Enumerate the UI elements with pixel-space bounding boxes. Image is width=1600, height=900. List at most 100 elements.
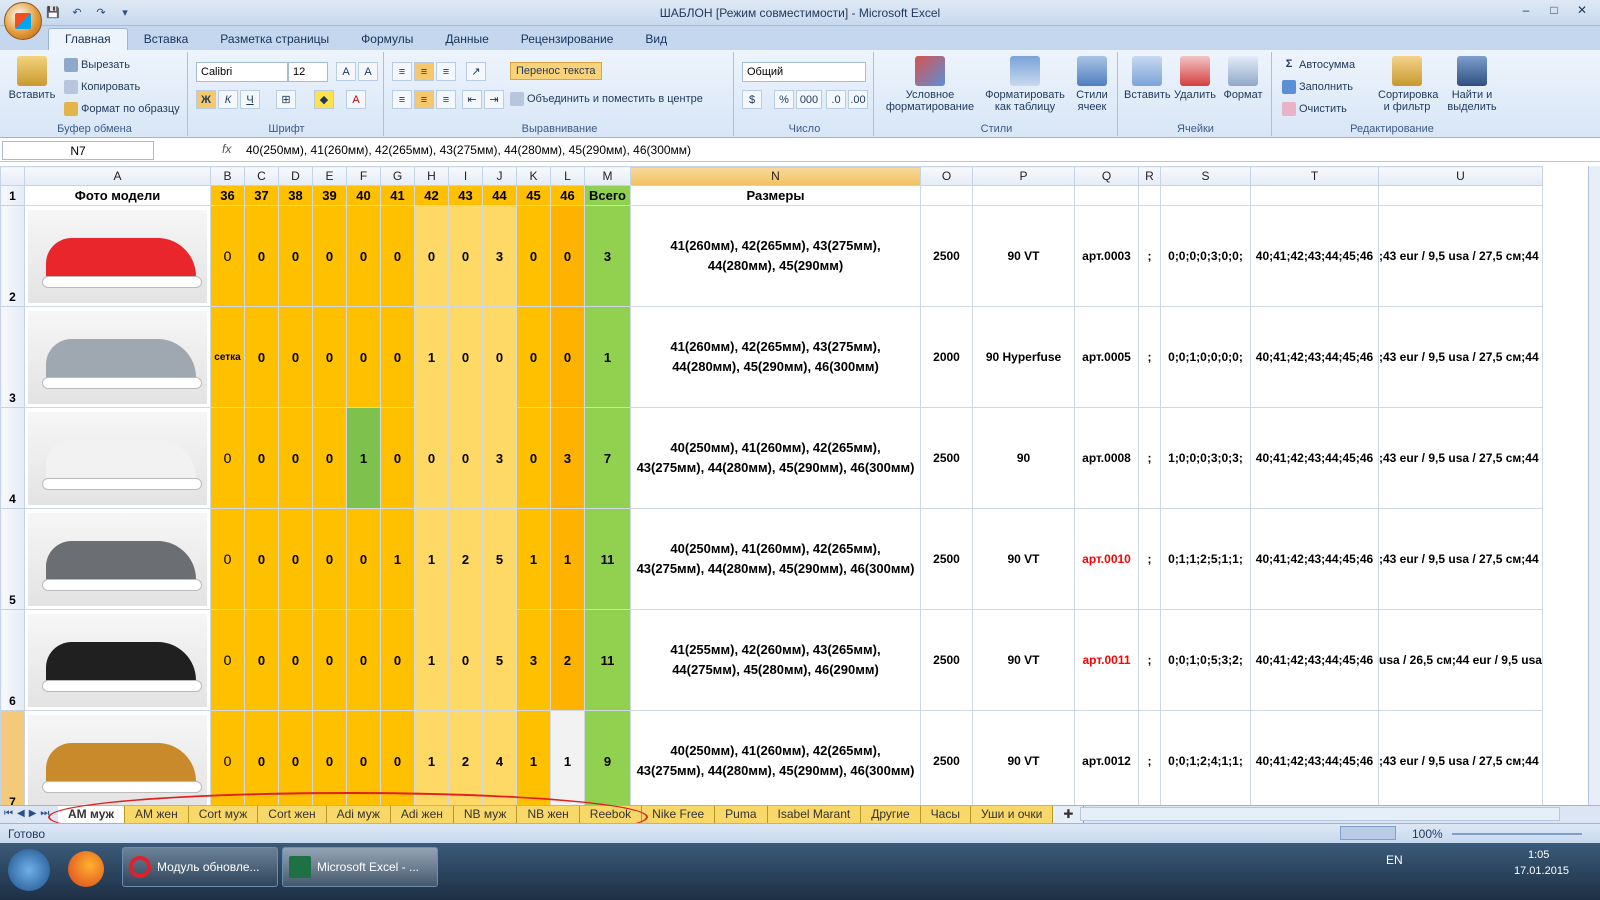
underline-button[interactable]: Ч [240,90,260,109]
sizes-list[interactable]: 41(260мм), 42(265мм), 43(275мм), 44(280м… [630,306,921,408]
align-bottom-icon[interactable]: ≡ [436,62,456,81]
sheet-tab[interactable]: АМ муж [58,806,126,824]
next-sheet-icon[interactable]: ▶ [29,808,37,819]
find-select-button[interactable]: Найти и выделить [1440,56,1504,113]
size-qty[interactable]: 3 [550,407,585,509]
size-qty[interactable]: 0 [550,306,585,408]
total-qty[interactable]: 9 [584,710,631,812]
total-qty[interactable]: 11 [584,609,631,711]
align-center-icon[interactable]: ≡ [414,90,434,109]
bold-button[interactable]: Ж [196,90,216,109]
qty-string[interactable]: 0;0;1;0;0;0;0; [1160,306,1251,408]
office-button[interactable] [4,2,42,40]
size-qty[interactable]: 2 [448,710,483,812]
qty-string[interactable]: 0;0;1;2;4;1;1; [1160,710,1251,812]
model[interactable]: 90 [972,407,1075,509]
ribbon-tab[interactable]: Данные [429,29,504,50]
column-header[interactable]: C [244,166,279,186]
header-size[interactable]: 43 [448,185,483,206]
cell[interactable] [972,185,1075,206]
size-qty[interactable]: 0 [244,306,279,408]
size-qty[interactable]: 1 [414,609,449,711]
size-qty[interactable]: 0 [380,407,415,509]
sort-filter-button[interactable]: Сортировка и фильтр [1378,56,1438,113]
price[interactable]: 2500 [920,508,973,610]
size-qty[interactable]: 5 [482,508,517,610]
cell[interactable] [1250,185,1379,206]
view-buttons[interactable] [1340,826,1396,840]
number-format-select[interactable]: Общий [742,62,866,82]
ribbon-tab[interactable]: Формулы [345,29,429,50]
article[interactable]: арт.0005 [1074,306,1139,408]
font-color-icon[interactable]: A [346,90,366,109]
close-icon[interactable]: ✕ [1568,1,1596,19]
size-string[interactable]: 40;41;42;43;44;45;46 [1250,407,1379,509]
size-qty[interactable]: 2 [550,609,585,711]
size-qty[interactable]: 1 [414,508,449,610]
column-header[interactable]: E [312,166,347,186]
format-painter-button[interactable]: Формат по образцу [64,102,180,116]
column-header[interactable]: O [920,166,973,186]
align-left-icon[interactable]: ≡ [392,90,412,109]
maximize-icon[interactable]: □ [1540,1,1568,19]
size-qty[interactable]: 0 [244,508,279,610]
cell[interactable] [1138,185,1161,206]
column-header[interactable]: G [380,166,415,186]
size-qty[interactable]: 3 [482,205,517,307]
header-size[interactable]: 46 [550,185,585,206]
name-box[interactable]: N7 [2,141,154,160]
size-string[interactable]: 40;41;42;43;44;45;46 [1250,508,1379,610]
column-header[interactable]: Q [1074,166,1139,186]
size-qty[interactable]: 0 [448,407,483,509]
ribbon-tab[interactable]: Главная [48,28,128,50]
font-size-select[interactable]: 12 [288,62,328,82]
price[interactable]: 2500 [920,407,973,509]
size-qty[interactable]: 0 [414,205,449,307]
cell[interactable] [920,185,973,206]
sheet-tab[interactable]: АМ жен [125,806,189,824]
separator[interactable]: ; [1138,609,1161,711]
cell-styles-button[interactable]: Стили ячеек [1070,56,1114,113]
increase-decimal-icon[interactable]: .0 [826,90,846,109]
sheet-tab[interactable]: NB муж [453,806,518,824]
size-qty[interactable]: 1 [550,508,585,610]
row-header[interactable]: 2 [0,205,25,307]
qty-string[interactable]: 0;1;1;2;5;1;1; [1160,508,1251,610]
qty-string[interactable]: 0;0;0;0;3;0;0; [1160,205,1251,307]
size-qty[interactable]: 0 [482,306,517,408]
task-opera[interactable]: Модуль обновле... [122,847,278,887]
product-photo[interactable] [24,306,211,408]
language-indicator[interactable]: EN [1386,853,1403,867]
size-qty[interactable]: 1 [414,306,449,408]
row-header[interactable]: 5 [0,508,25,610]
size-qty[interactable]: 0 [448,306,483,408]
size-qty[interactable]: 0 [278,609,313,711]
size-qty[interactable]: 0 [244,609,279,711]
insert-function-icon[interactable]: fx [222,142,231,156]
total-qty[interactable]: 11 [584,508,631,610]
size-qty[interactable]: 1 [516,710,551,812]
sizes-list[interactable]: 41(255мм), 42(260мм), 43(265мм), 44(275м… [630,609,921,711]
row-header[interactable]: 7 [0,710,25,812]
size-qty[interactable]: 0 [312,710,347,812]
sheet-tab[interactable]: Cort жен [258,806,327,824]
column-header[interactable]: A [24,166,211,186]
size-string[interactable]: 40;41;42;43;44;45;46 [1250,710,1379,812]
start-button[interactable] [8,849,50,891]
format-cells-button[interactable]: Формат [1220,56,1266,101]
size-qty[interactable]: 0 [312,407,347,509]
size-qty[interactable]: 0 [312,306,347,408]
zoom-slider[interactable] [1452,833,1582,835]
conversion-string[interactable]: ;43 eur / 9,5 usa / 27,5 см;44 [1378,710,1543,812]
header-size[interactable]: 45 [516,185,551,206]
align-right-icon[interactable]: ≡ [436,90,456,109]
delete-cells-button[interactable]: Удалить [1172,56,1218,101]
size-qty[interactable]: 0 [278,710,313,812]
article[interactable]: арт.0003 [1074,205,1139,307]
minimize-icon[interactable]: – [1512,1,1540,19]
select-all-corner[interactable] [0,166,25,186]
first-sheet-icon[interactable]: ⏮ [4,808,13,819]
total-qty[interactable]: 7 [584,407,631,509]
percent-button[interactable]: % [774,90,794,109]
fill-button[interactable]: Заполнить [1282,80,1353,94]
